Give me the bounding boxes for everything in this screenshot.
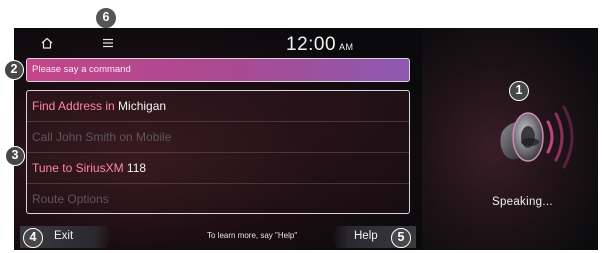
voice-status-panel: Speaking... — [422, 28, 598, 250]
callout-6-badge: 6 — [96, 8, 116, 28]
callout-4-badge: 4 — [23, 228, 43, 248]
callout-3-badge: 3 — [5, 146, 25, 166]
command-keyword: Tune to SiriusXM — [32, 161, 127, 175]
help-hint-text: To learn more, say "Help" — [207, 231, 298, 240]
clock: 12:00 AM — [286, 34, 354, 56]
status-bar: 12:00 AM — [14, 28, 422, 58]
callout-5-badge: 5 — [391, 228, 411, 248]
command-item-label: Tune to SiriusXM 118 — [32, 161, 146, 175]
command-prompt-bar: Please say a command — [26, 58, 410, 82]
command-prompt-text: Please say a command — [32, 64, 131, 75]
bottom-bar: Exit To learn more, say "Help" Help — [14, 224, 422, 250]
exit-button-label: Exit — [54, 230, 74, 242]
callout-2-badge: 2 — [4, 60, 24, 80]
clock-ampm: AM — [339, 42, 354, 52]
menu-icon[interactable] — [102, 38, 114, 48]
help-button-label: Help — [354, 230, 378, 242]
command-argument: 118 — [126, 161, 147, 175]
command-list: Find Address in Michigan Call John Smith… — [26, 90, 410, 214]
command-keyword: Find Address in — [32, 99, 119, 113]
infotainment-screen: 12:00 AM Please say a command Find Addres… — [14, 28, 598, 250]
speaker-icon — [500, 105, 574, 169]
command-item-label: Find Address in Michigan — [32, 99, 166, 113]
command-argument: Michigan — [118, 99, 167, 113]
clock-time: 12:00 — [286, 34, 337, 55]
command-item-call[interactable]: Call John Smith on Mobile — [27, 122, 409, 153]
command-item-label: Route Options — [32, 192, 109, 206]
speaking-status-text: Speaking... — [492, 196, 553, 208]
command-item-find-address[interactable]: Find Address in Michigan — [27, 91, 409, 122]
command-item-tune[interactable]: Tune to SiriusXM 118 — [27, 153, 409, 184]
home-icon[interactable] — [40, 36, 54, 50]
command-panel: 12:00 AM Please say a command Find Addres… — [14, 28, 422, 250]
command-item-label: Call John Smith on Mobile — [32, 130, 172, 144]
command-item-route-options[interactable]: Route Options — [27, 184, 409, 215]
callout-1-badge: 1 — [509, 81, 529, 101]
